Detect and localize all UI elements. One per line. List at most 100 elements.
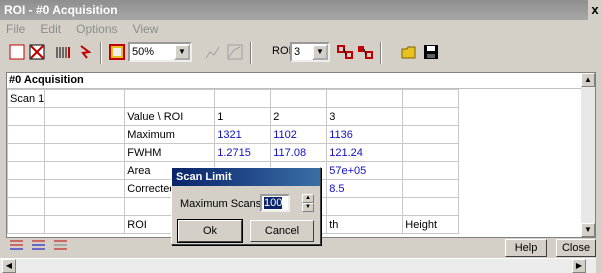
table-row: Scan 1 — [7, 89, 460, 108]
roi-select[interactable]: 3 ▼ — [290, 42, 330, 62]
table-cell[interactable]: 1 — [214, 107, 272, 126]
table-cell[interactable]: Value \ ROI — [124, 107, 216, 126]
chevron-down-icon[interactable]: ▼ — [312, 44, 328, 60]
table-cell[interactable] — [44, 215, 126, 234]
table-cell[interactable] — [7, 107, 46, 126]
open-folder-icon[interactable] — [398, 41, 420, 63]
chart-edit-icon — [224, 41, 246, 63]
no-data-icon[interactable] — [26, 41, 48, 63]
table-cell[interactable] — [44, 125, 126, 144]
scan-limit-dialog: Scan Limit Maximum Scans 100 ▲ ▼ Ok Canc… — [171, 167, 321, 245]
help-button[interactable]: Help — [505, 239, 547, 257]
table-cell[interactable]: Maximum — [124, 125, 216, 144]
table-cell[interactable] — [44, 179, 126, 198]
chevron-down-icon[interactable]: ▼ — [174, 44, 190, 60]
table-cell[interactable]: 57e+05 — [326, 161, 404, 180]
maximum-scans-input[interactable]: 100 — [260, 194, 290, 212]
toolbar-separator — [250, 42, 252, 64]
table-cell[interactable] — [402, 161, 460, 180]
table-cell[interactable] — [7, 179, 46, 198]
table-cell[interactable] — [402, 125, 460, 144]
table-cell[interactable]: 8.5 — [326, 179, 404, 198]
roi-value: 3 — [294, 46, 301, 58]
table-cell[interactable] — [44, 89, 126, 108]
table-cell[interactable]: Scan 1 — [7, 89, 46, 108]
table-cell[interactable] — [44, 197, 126, 216]
table-cell[interactable] — [402, 107, 460, 126]
table-cell[interactable] — [326, 89, 404, 108]
maximum-scans-value: 100 — [264, 197, 283, 209]
toolbar-separator — [100, 42, 102, 64]
cancel-button[interactable]: Cancel — [250, 220, 314, 242]
table-cell[interactable] — [124, 89, 216, 108]
table-row: Maximum 1321 1102 1136 — [7, 125, 460, 144]
spin-down-icon[interactable]: ▼ — [302, 203, 314, 212]
view-mode-2-icon[interactable] — [28, 236, 50, 258]
close-window-icon[interactable]: x — [588, 0, 602, 20]
dialog-title: Scan Limit — [172, 168, 320, 186]
table-cell[interactable] — [7, 161, 46, 180]
save-icon[interactable] — [420, 41, 442, 63]
table-cell[interactable]: 117.08 — [270, 143, 328, 162]
empty-box-icon[interactable] — [6, 41, 28, 63]
palette-icon[interactable] — [106, 41, 128, 63]
menu-bar: File Edit Options View — [0, 20, 596, 38]
table-cell[interactable] — [44, 143, 126, 162]
zoom-value: 50% — [132, 46, 155, 58]
table-cell[interactable] — [402, 179, 460, 198]
table-cell[interactable] — [270, 89, 328, 108]
table-cell[interactable]: th — [326, 215, 404, 234]
table-cell[interactable] — [44, 161, 126, 180]
chart-icon — [202, 41, 224, 63]
vertical-scrollbar[interactable]: ▲ ▼ — [581, 73, 595, 237]
table-cell[interactable] — [402, 89, 460, 108]
menu-view[interactable]: View — [133, 22, 159, 36]
table-row: FWHM 1.2715 117.08 121.24 — [7, 143, 460, 162]
grid-header: #0 Acquisition — [7, 73, 587, 89]
scroll-right-icon[interactable]: ▶ — [572, 259, 586, 273]
table-row: Value \ ROI 1 2 3 — [7, 107, 460, 126]
toolbar: 50% ▼ ROI 3 ▼ — [0, 39, 602, 67]
table-cell[interactable] — [326, 197, 404, 216]
scroll-down-icon[interactable]: ▼ — [581, 223, 595, 237]
table-cell[interactable] — [402, 197, 460, 216]
toolbar-separator — [380, 42, 382, 64]
roi-remove-icon[interactable] — [354, 41, 376, 63]
table-cell[interactable]: 3 — [326, 107, 404, 126]
horizontal-scrollbar[interactable]: ◀ ▶ — [0, 258, 596, 273]
menu-edit[interactable]: Edit — [40, 22, 61, 36]
table-cell[interactable]: 1.2715 — [214, 143, 272, 162]
table-cell[interactable] — [214, 89, 272, 108]
table-cell[interactable] — [7, 125, 46, 144]
table-cell[interactable]: 1321 — [214, 125, 272, 144]
maximum-scans-label: Maximum Scans — [180, 198, 262, 210]
table-cell[interactable] — [7, 215, 46, 234]
view-mode-1-icon[interactable] — [6, 236, 28, 258]
scroll-up-icon[interactable]: ▲ — [581, 73, 595, 87]
title-bar: ROI - #0 Acquisition x — [0, 0, 602, 20]
table-cell[interactable] — [7, 197, 46, 216]
menu-file[interactable]: File — [6, 22, 25, 36]
zoom-select[interactable]: 50% ▼ — [128, 42, 192, 62]
table-cell[interactable] — [44, 107, 126, 126]
scroll-left-icon[interactable]: ◀ — [2, 259, 16, 273]
spin-up-icon[interactable]: ▲ — [302, 194, 314, 203]
table-cell[interactable]: 2 — [270, 107, 328, 126]
ok-button[interactable]: Ok — [177, 219, 243, 243]
menu-options[interactable]: Options — [76, 22, 117, 36]
close-button[interactable]: Close — [556, 239, 596, 257]
table-cell[interactable] — [402, 143, 460, 162]
table-cell[interactable]: 121.24 — [326, 143, 404, 162]
table-cell[interactable] — [7, 143, 46, 162]
table-cell[interactable]: 1102 — [270, 125, 328, 144]
tool-icon[interactable] — [74, 41, 96, 63]
view-mode-3-icon[interactable] — [50, 236, 72, 258]
scans-spinner[interactable]: ▲ ▼ — [302, 194, 314, 212]
roi-add-icon[interactable] — [334, 41, 356, 63]
roi-label: ROI — [272, 45, 292, 57]
table-cell[interactable]: Height — [402, 215, 460, 234]
roi-window: ROI - #0 Acquisition x File Edit Options… — [0, 0, 602, 273]
table-cell[interactable]: FWHM — [124, 143, 216, 162]
bars-icon[interactable] — [52, 41, 74, 63]
table-cell[interactable]: 1136 — [326, 125, 404, 144]
